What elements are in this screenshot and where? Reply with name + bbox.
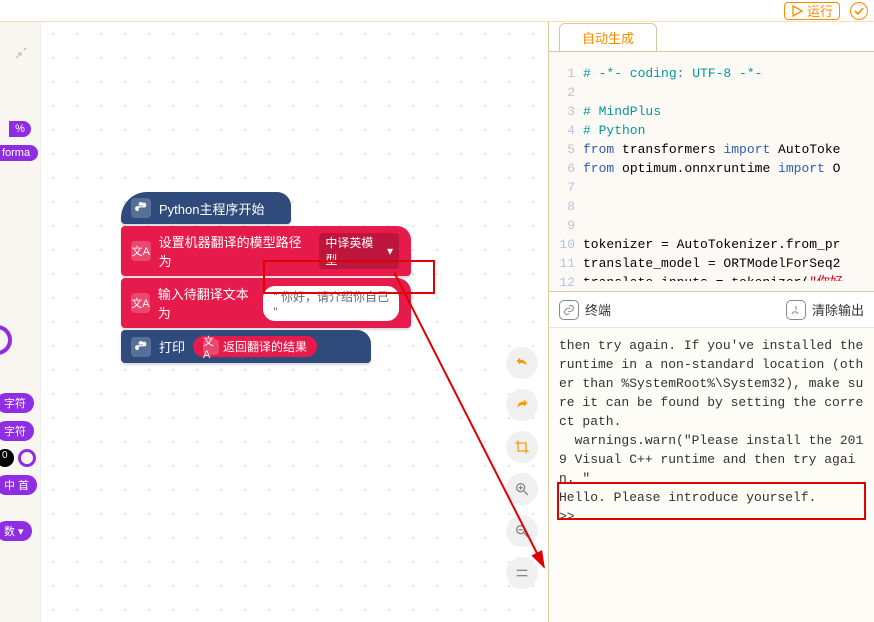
category-ring[interactable] <box>0 325 12 355</box>
block-workspace[interactable]: Python主程序开始 文A 设置机器翻译的模型路径为 中译英模型 ▾ 文A 输… <box>40 22 549 622</box>
python-icon <box>131 198 151 218</box>
category-stack: 字符 字符 0 中 首 数 ▾ <box>0 325 40 541</box>
translate-icon: 文A <box>131 241 151 261</box>
tab-autogen[interactable]: 自动生成 <box>559 23 657 51</box>
block-python-start[interactable]: Python主程序开始 <box>121 192 291 224</box>
tool-column <box>506 347 538 589</box>
sidebar-cat-index[interactable]: 中 首 <box>0 475 37 495</box>
terminal-label-group: 终端 <box>559 300 611 320</box>
annotation-output-box <box>557 482 866 520</box>
chevron-down-icon: ▾ <box>18 525 24 538</box>
block-start-label: Python主程序开始 <box>159 199 264 218</box>
terminal-output[interactable]: then try again. If you've installed the … <box>549 328 874 622</box>
block-set-model[interactable]: 文A 设置机器翻译的模型路径为 中译英模型 ▾ <box>121 226 411 276</box>
python-icon <box>131 337 151 357</box>
translate-icon: 文A <box>203 339 219 355</box>
play-icon <box>791 5 803 17</box>
terminal-label: 终端 <box>585 300 611 319</box>
code-area: 12345678910111213 # -*- coding: UTF-8 -*… <box>549 52 874 292</box>
clear-output-button[interactable]: 清除输出 <box>786 300 864 320</box>
return-result-chip[interactable]: 文A 返回翻译的结果 <box>193 336 317 357</box>
category-ring-small[interactable] <box>18 449 36 467</box>
translate-input-value[interactable]: " 你好，请介绍你自己 " <box>263 286 399 321</box>
header-action-icon[interactable] <box>850 2 868 20</box>
link-icon <box>559 300 579 320</box>
code-tab-bar: 自动生成 <box>549 22 874 52</box>
block-print[interactable]: 打印 文A 返回翻译的结果 <box>121 330 371 363</box>
run-label: 运行 <box>807 1 833 20</box>
sidebar-bottom[interactable]: 数 ▾ <box>0 521 32 541</box>
zoom-in-button[interactable] <box>506 473 538 505</box>
sidebar-cat-char1[interactable]: 字符 <box>0 393 34 413</box>
block-input-text[interactable]: 文A 输入待翻译文本为 " 你好，请介绍你自己 " <box>121 278 411 328</box>
block-set-model-label: 设置机器翻译的模型路径为 <box>159 232 312 270</box>
model-dropdown[interactable]: 中译英模型 ▾ <box>319 233 399 269</box>
chevron-down-icon: ▾ <box>387 244 393 258</box>
pin-icon[interactable] <box>11 42 29 65</box>
code-lines[interactable]: # -*- coding: UTF-8 -*- # MindPlus# Pyth… <box>583 64 874 281</box>
right-panel: 自动生成 12345678910111213 # -*- coding: UTF… <box>549 22 874 622</box>
fit-button[interactable] <box>506 557 538 589</box>
run-button[interactable]: 运行 <box>784 2 840 20</box>
block-stack: Python主程序开始 文A 设置机器翻译的模型路径为 中译英模型 ▾ 文A 输… <box>121 192 411 365</box>
broom-icon <box>786 300 806 320</box>
sidebar-badge-zero: 0 <box>0 449 14 467</box>
sidebar-pill-percent[interactable]: % <box>9 121 31 137</box>
sidebar-cat-char2[interactable]: 字符 <box>0 421 34 441</box>
block-input-label: 输入待翻译文本为 <box>158 284 256 322</box>
zoom-out-button[interactable] <box>506 515 538 547</box>
block-print-label: 打印 <box>159 337 185 356</box>
sidebar-pill-format[interactable]: forma <box>0 145 38 161</box>
code-gutter: 12345678910111213 <box>549 64 583 281</box>
undo-button[interactable] <box>506 347 538 379</box>
translate-icon: 文A <box>131 293 150 313</box>
redo-button[interactable] <box>506 389 538 421</box>
top-header: 运行 <box>0 0 874 22</box>
crop-button[interactable] <box>506 431 538 463</box>
clear-label: 清除输出 <box>812 300 864 319</box>
terminal-bar: 终端 清除输出 <box>549 292 874 328</box>
